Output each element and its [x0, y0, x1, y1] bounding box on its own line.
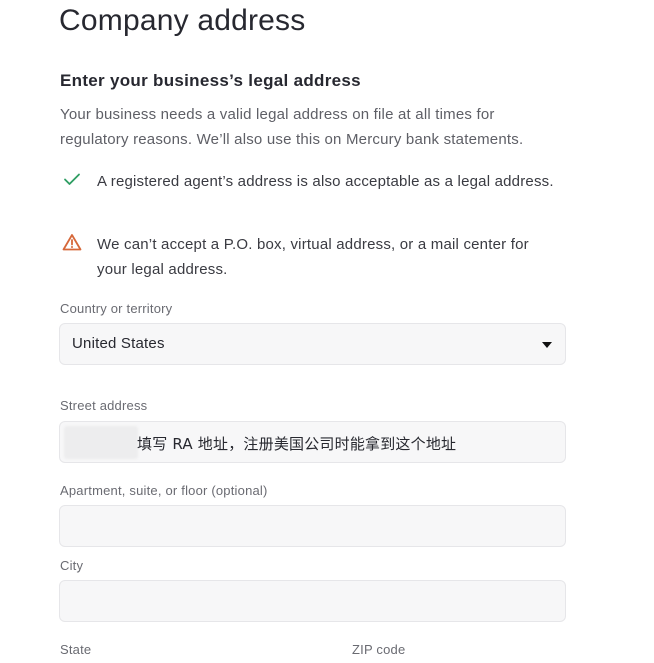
country-label: Country or territory — [60, 301, 173, 316]
state-label: State — [60, 642, 92, 657]
apartment-label: Apartment, suite, or floor (optional) — [60, 483, 268, 498]
po-box-warning-note: We can’t accept a P.O. box, virtual addr… — [60, 232, 560, 282]
zip-code-label: ZIP code — [352, 642, 406, 657]
page-title: Company address — [59, 4, 306, 37]
redacted-text — [64, 426, 138, 459]
street-address-input[interactable]: 填写 RA 地址，注册美国公司时能拿到这个地址 — [59, 421, 566, 463]
apartment-input[interactable] — [59, 505, 566, 547]
registered-agent-note: A registered agent’s address is also acc… — [60, 169, 560, 194]
po-box-warning-note-text: We can’t accept a P.O. box, virtual addr… — [97, 236, 529, 278]
warning-icon — [60, 232, 84, 252]
city-label: City — [60, 558, 84, 573]
registered-agent-note-text: A registered agent’s address is also acc… — [97, 173, 554, 190]
street-address-value: 填写 RA 地址，注册美国公司时能拿到这个地址 — [137, 435, 457, 453]
city-input[interactable] — [59, 580, 566, 622]
section-description: Your business needs a valid legal addres… — [60, 106, 524, 148]
chevron-down-icon — [542, 342, 552, 348]
street-address-label: Street address — [60, 398, 148, 413]
section-heading: Enter your business’s legal address — [60, 71, 361, 90]
country-select-value: United States — [72, 335, 165, 352]
country-select[interactable]: United States — [59, 323, 566, 365]
check-icon — [60, 169, 84, 189]
